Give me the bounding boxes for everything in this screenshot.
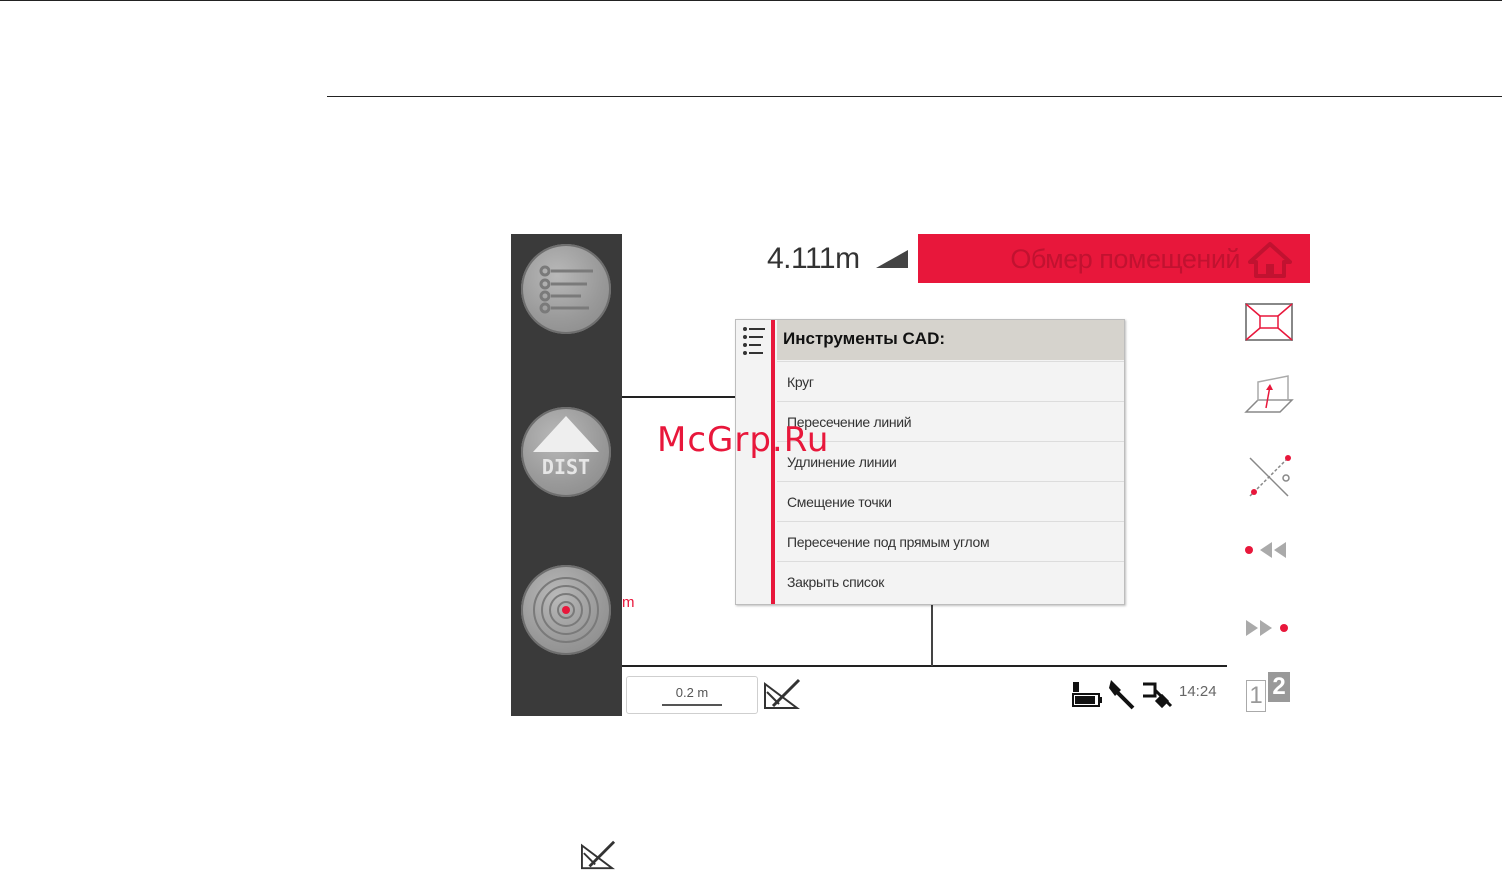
dist-arrow-icon xyxy=(533,416,599,452)
menu-item-circle[interactable]: Круг xyxy=(777,361,1124,401)
next-point-icon[interactable] xyxy=(1244,618,1294,638)
cad-tools-icon[interactable] xyxy=(1244,452,1294,502)
title-text: Обмер помещений xyxy=(1010,244,1240,274)
connection-icon xyxy=(1109,680,1135,710)
menu-item-label: Смещение точки xyxy=(787,494,892,510)
scale-indicator: 0.2 m xyxy=(626,676,758,714)
menu-item-point-offset[interactable]: Смещение точки xyxy=(777,481,1124,521)
watermark: McGrp.Ru xyxy=(657,420,830,460)
menu-item-close-list[interactable]: Закрыть список xyxy=(777,561,1124,601)
cad-tools-menu: Инструменты CAD: Круг Пересечение линий … xyxy=(735,319,1125,605)
dimension-unit-label: m xyxy=(622,594,635,611)
menu-item-label: Закрыть список xyxy=(787,574,885,590)
3d-view-icon[interactable] xyxy=(1244,374,1294,419)
measurement-readout: 4.111m xyxy=(767,242,860,275)
page-indicator[interactable]: 1 2 xyxy=(1244,670,1294,714)
menu-header: Инструменты CAD: xyxy=(777,320,1124,360)
top-rule xyxy=(0,0,1502,1)
page-number-other: 2 xyxy=(1268,672,1290,702)
list-icon xyxy=(539,265,593,314)
list-button[interactable] xyxy=(521,244,611,334)
page-number-current: 1 xyxy=(1246,680,1266,712)
left-sidebar: DIST xyxy=(511,234,622,716)
menu-list-icon xyxy=(743,327,765,355)
home-icon[interactable] xyxy=(1248,242,1292,278)
menu-accent-stripe xyxy=(771,320,775,604)
target-button[interactable] xyxy=(521,565,611,655)
dist-label: DIST xyxy=(541,455,591,479)
menu-header-text: Инструменты CAD: xyxy=(783,329,946,348)
battery-icon xyxy=(1072,682,1102,707)
clock: 14:24 xyxy=(1179,683,1217,700)
menu-item-label: Круг xyxy=(787,374,814,390)
previous-point-icon[interactable] xyxy=(1244,540,1294,560)
draw-tool-icon[interactable] xyxy=(761,676,803,712)
signal-strength-icon xyxy=(876,250,908,268)
device-screen: DIST 4.111m Обмер помещений m Инструмент… xyxy=(511,234,1310,716)
floorplan-view-icon[interactable] xyxy=(1244,302,1294,342)
menu-item-right-angle-intersection[interactable]: Пересечение под прямым углом xyxy=(777,521,1124,561)
power-plug-icon xyxy=(1143,682,1173,709)
scale-label: 0.2 m xyxy=(675,685,709,700)
title-bar: Обмер помещений xyxy=(918,234,1310,283)
target-icon xyxy=(533,577,599,643)
dist-button[interactable]: DIST xyxy=(521,407,611,497)
drawing-line-bottom xyxy=(622,665,1227,667)
menu-item-label: Пересечение под прямым углом xyxy=(787,534,990,550)
header-rule xyxy=(327,96,1502,97)
drawing-line-top xyxy=(622,396,737,398)
scale-bar xyxy=(662,704,722,706)
draw-tool-icon xyxy=(581,840,616,870)
drawing-line-vertical xyxy=(931,604,933,666)
